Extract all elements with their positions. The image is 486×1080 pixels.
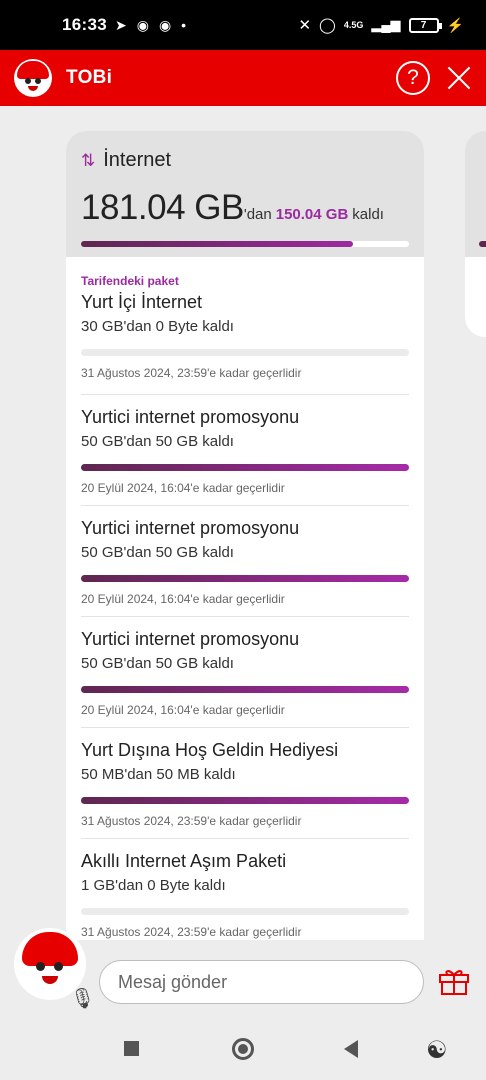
- home-button[interactable]: [232, 1038, 254, 1060]
- package-validity: 20 Eylül 2024, 16:04'e kadar geçerlidir: [81, 592, 285, 606]
- signal-icon: ▂▄▆: [371, 17, 401, 32]
- package-amount: 50 MB'dan 50 MB kaldı: [81, 766, 236, 783]
- package-progress-bar: [81, 686, 409, 693]
- package-name: Yurtici internet promosyonu: [81, 407, 300, 427]
- total-progress-fill: [81, 241, 354, 247]
- status-bar: 16:33 ➤ ◉ ◉ • ✕ ◯ 4.5G ▂▄▆ 7 ⚡: [0, 0, 486, 50]
- card-summary: ⇅ İnternet 181.04 GB 'dan 150.04 GB kald…: [66, 131, 424, 257]
- package-amount: 50 GB'dan 50 GB kaldı: [81, 433, 234, 450]
- network-type: 4.5G: [343, 20, 364, 30]
- next-card-progress: [479, 241, 486, 247]
- data-transfer-icon: ⇅: [81, 150, 96, 170]
- microphone-icon[interactable]: 🎙: [70, 986, 95, 1011]
- package-name: Yurt İçi İnternet: [81, 292, 203, 312]
- tobi-logo: [14, 59, 52, 97]
- alarm-icon: ◯: [319, 17, 336, 34]
- gift-button[interactable]: [438, 966, 470, 996]
- close-button[interactable]: [446, 65, 472, 91]
- package-item[interactable]: Tarifendeki paket Yurt İçi İnternet 30 GB'…: [81, 257, 409, 395]
- help-button[interactable]: ?: [396, 61, 430, 95]
- package-tag: Tarifendeki paket: [81, 274, 179, 288]
- package-item[interactable]: Yurtici internet promosyonu 50 GB'dan 50 …: [81, 395, 409, 506]
- back-button[interactable]: [344, 1040, 358, 1058]
- recent-apps-button[interactable]: [124, 1041, 139, 1056]
- total-suffix: 'dan: [243, 206, 272, 223]
- package-progress-bar: [81, 464, 409, 471]
- card-title: İnternet: [103, 149, 172, 171]
- package-item[interactable]: Yurt Dışına Hoş Geldin Hediyesi 50 MB'dan…: [81, 728, 409, 839]
- remaining-suffix: kaldı: [352, 206, 384, 223]
- package-name: Akıllı Internet Aşım Paketi: [81, 851, 287, 871]
- package-validity: 31 Ağustos 2024, 23:59'e kadar geçerlidi…: [81, 366, 302, 380]
- charging-icon: ⚡: [446, 16, 464, 33]
- package-item[interactable]: Yurtici internet promosyonu 50 GB'dan 50 …: [81, 617, 409, 728]
- package-progress-fill: [81, 797, 409, 804]
- battery-icon: 7: [408, 17, 442, 33]
- package-amount: 1 GB'dan 0 Byte kaldı: [81, 877, 226, 894]
- gift-icon: [439, 970, 469, 995]
- next-card-peek[interactable]: [465, 131, 486, 337]
- package-validity: 31 Ağustos 2024, 23:59'e kadar geçerlidi…: [81, 925, 302, 939]
- package-progress-bar: [81, 908, 409, 915]
- package-amount: 30 GB'dan 0 Byte kaldı: [81, 318, 234, 335]
- package-progress-bar: [81, 797, 409, 804]
- chrome-icon: ◉: [158, 16, 172, 33]
- accessibility-icon[interactable]: ☯: [426, 1036, 448, 1065]
- package-validity: 31 Ağustos 2024, 23:59'e kadar geçerlidi…: [81, 814, 302, 828]
- total-progress-bar: [81, 241, 409, 247]
- package-name: Yurtici internet promosyonu: [81, 629, 300, 649]
- dot-icon: •: [181, 17, 187, 33]
- package-list: Tarifendeki paket Yurt İçi İnternet 30 GB'…: [66, 257, 424, 950]
- package-progress-bar: [81, 575, 409, 582]
- package-validity: 20 Eylül 2024, 16:04'e kadar geçerlidir: [81, 481, 285, 495]
- chat-header: TOBi ?: [0, 50, 486, 106]
- status-time: 16:33: [62, 15, 107, 34]
- package-name: Yurtici internet promosyonu: [81, 518, 300, 538]
- package-progress-bar: [81, 349, 409, 356]
- help-icon: ?: [407, 66, 419, 89]
- mute-icon: ✕: [298, 17, 312, 34]
- status-system-icons: ✕ ◯ 4.5G ▂▄▆ 7 ⚡: [298, 16, 464, 35]
- internet-usage-card[interactable]: ⇅ İnternet 181.04 GB 'dan 150.04 GB kald…: [66, 131, 424, 971]
- telegram-icon: ➤: [114, 16, 127, 33]
- package-progress-fill: [81, 464, 409, 471]
- message-input[interactable]: [99, 960, 424, 1004]
- header-title: TOBi: [66, 67, 113, 88]
- package-name: Yurt Dışına Hoş Geldin Hediyesi: [81, 740, 339, 760]
- remaining-data: 150.04 GB: [275, 206, 349, 223]
- package-progress-fill: [81, 575, 409, 582]
- package-amount: 50 GB'dan 50 GB kaldı: [81, 655, 234, 672]
- chrome-icon: ◉: [136, 16, 149, 33]
- package-amount: 50 GB'dan 50 GB kaldı: [81, 544, 234, 561]
- total-data: 181.04 GB: [81, 188, 244, 227]
- package-item[interactable]: Akıllı Internet Aşım Paketi 1 GB'dan 0 By…: [81, 839, 409, 950]
- package-validity: 20 Eylül 2024, 16:04'e kadar geçerlidir: [81, 703, 285, 717]
- status-notification-icons: ➤ ◉ ◉ •: [115, 17, 186, 34]
- package-progress-fill: [81, 686, 409, 693]
- package-item[interactable]: Yurtici internet promosyonu 50 GB'dan 50 …: [81, 506, 409, 617]
